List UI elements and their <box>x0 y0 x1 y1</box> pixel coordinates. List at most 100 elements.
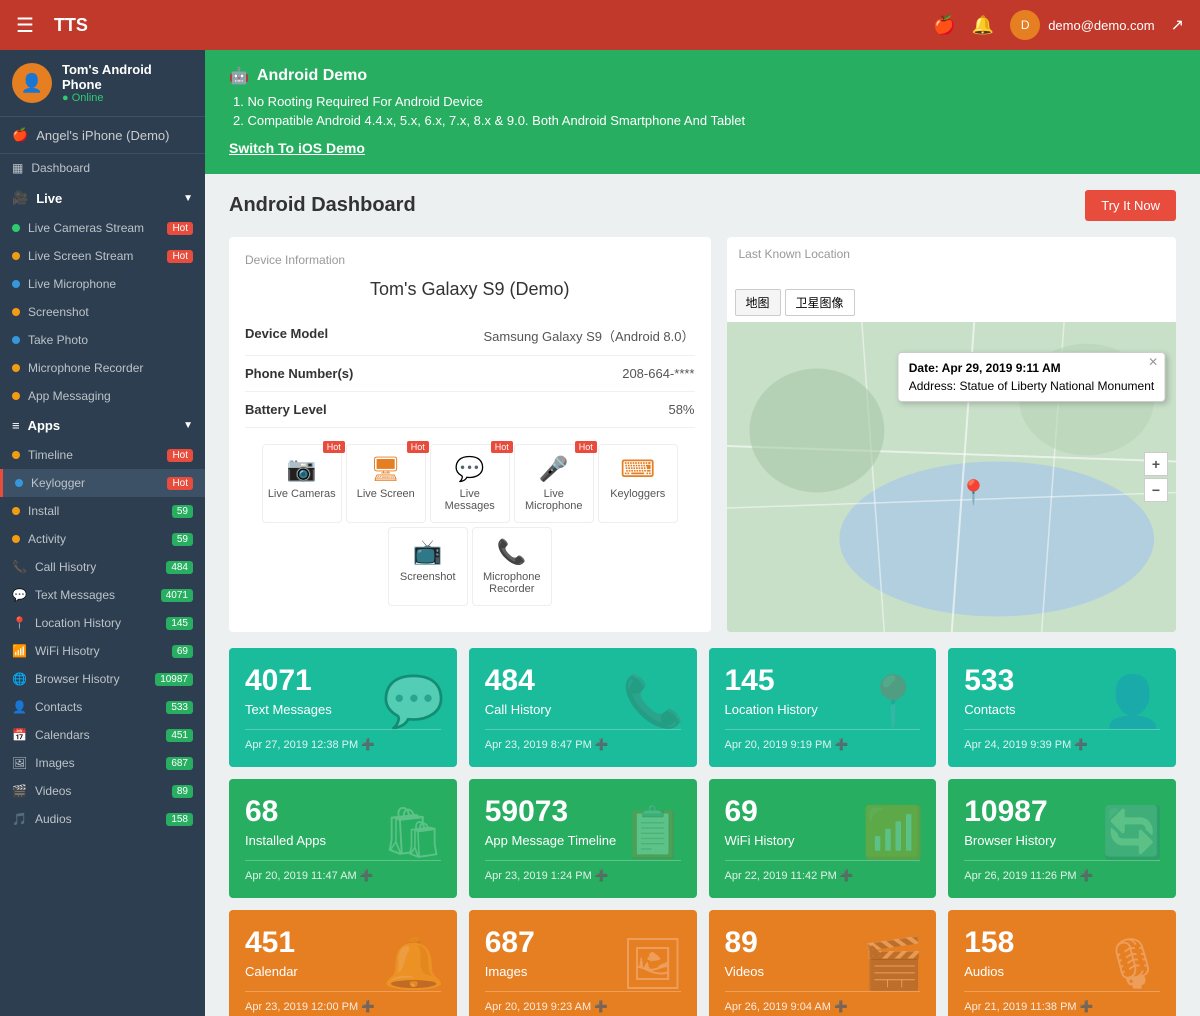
avatar: D <box>1010 10 1040 40</box>
feature-icon-grid: Hot 📷 Live Cameras Hot 🖥 Live Screen Hot… <box>245 444 695 606</box>
sidebar-item-contacts[interactable]: 👤 Contacts 533 <box>0 693 205 721</box>
item-label: Audios <box>35 812 158 826</box>
sidebar-item-location-history[interactable]: 📍 Location History 145 <box>0 609 205 637</box>
sidebar: 👤 Tom's Android Phone ● Online 🍎 Angel's… <box>0 50 205 1016</box>
icon-cell-screenshot[interactable]: 📺 Screenshot <box>388 527 468 606</box>
stat-date: Apr 26, 2019 11:26 PM ➕ <box>964 860 1160 882</box>
stat-date: Apr 26, 2019 9:04 AM ➕ <box>725 991 921 1013</box>
hot-badge: Hot <box>575 441 597 453</box>
icon-cell-microphone-recorder[interactable]: 📞 Microphone Recorder <box>472 527 552 606</box>
item-label: Take Photo <box>28 333 193 347</box>
map-zoom-out-button[interactable]: − <box>1144 478 1168 502</box>
sidebar-item-live-screen[interactable]: Live Screen Stream Hot <box>0 242 205 270</box>
status-dot <box>12 280 20 288</box>
map-tab-satellite[interactable]: 卫星图像 <box>785 289 855 316</box>
audios-icon: 🎵 <box>12 812 27 826</box>
user-email: demo@demo.com <box>1048 18 1154 33</box>
sidebar-profile: 👤 Tom's Android Phone ● Online <box>0 50 205 117</box>
brand-title: TTS <box>54 15 88 36</box>
sidebar-item-text-messages[interactable]: 💬 Text Messages 4071 <box>0 581 205 609</box>
sidebar-apps-header[interactable]: ≡ Apps ▼ <box>0 410 205 441</box>
stats-row-3: 451 Calendar 🔔 Apr 23, 2019 12:00 PM ➕ 6… <box>229 910 1176 1016</box>
item-label: Videos <box>35 784 164 798</box>
switch-ios-link[interactable]: Switch To iOS Demo <box>229 140 365 156</box>
sidebar-item-live-cameras[interactable]: Live Cameras Stream Hot <box>0 214 205 242</box>
sidebar-item-browser-history[interactable]: 🌐 Browser Hisotry 10987 <box>0 665 205 693</box>
count-badge: 69 <box>172 645 193 658</box>
share-nav-icon[interactable]: ↗ <box>1171 15 1184 35</box>
try-it-now-button[interactable]: Try It Now <box>1085 190 1176 221</box>
sidebar-item-dashboard[interactable]: ▦ Dashboard <box>0 154 205 182</box>
stat-card-calendar[interactable]: 451 Calendar 🔔 Apr 23, 2019 12:00 PM ➕ <box>229 910 457 1016</box>
stat-card-app-message[interactable]: 59073 App Message Timeline 📋 Apr 23, 201… <box>469 779 697 898</box>
cell-label: Live Cameras <box>268 488 336 500</box>
contacts-stat-icon: 👤 <box>1102 672 1164 731</box>
recorder-icon: 📞 <box>497 538 527 567</box>
count-badge: 145 <box>166 617 193 630</box>
count-badge: 158 <box>166 813 193 826</box>
two-col-layout: Device Information Tom's Galaxy S9 (Demo… <box>229 237 1176 632</box>
sidebar-item-keylogger[interactable]: Keylogger Hot <box>0 469 205 497</box>
hamburger-icon[interactable]: ☰ <box>16 13 34 38</box>
status-dot <box>12 392 20 400</box>
sidebar-item-install[interactable]: Install 59 <box>0 497 205 525</box>
stat-card-browser-history[interactable]: 10987 Browser History 🔄 Apr 26, 2019 11:… <box>948 779 1176 898</box>
dashboard-area: Android Dashboard Try It Now Device Info… <box>205 174 1200 1016</box>
sidebar-item-images[interactable]: 🖼 Images 687 <box>0 749 205 777</box>
hot-badge: Hot <box>167 449 193 462</box>
count-badge: 89 <box>172 785 193 798</box>
sidebar-item-calendars[interactable]: 📅 Calendars 451 <box>0 721 205 749</box>
dashboard-icon: ▦ <box>12 161 23 175</box>
item-label: Contacts <box>35 700 158 714</box>
stat-card-videos[interactable]: 89 Videos 🎬 Apr 26, 2019 9:04 AM ➕ <box>709 910 937 1016</box>
apps-icon: ≡ <box>12 418 20 433</box>
item-label: Keylogger <box>31 476 159 490</box>
sidebar-item-microphone-recorder[interactable]: Microphone Recorder <box>0 354 205 382</box>
green-banner: 🤖 Android Demo 1. No Rooting Required Fo… <box>205 50 1200 174</box>
message-icon: 💬 <box>455 455 485 484</box>
icon-cell-keyloggers[interactable]: ⌨ Keyloggers <box>598 444 678 523</box>
icon-cell-live-cameras[interactable]: Hot 📷 Live Cameras <box>262 444 342 523</box>
sidebar-item-app-messaging[interactable]: App Messaging <box>0 382 205 410</box>
location-stat-icon: 📍 <box>862 672 924 731</box>
icon-cell-live-microphone[interactable]: Hot 🎤 Live Microphone <box>514 444 594 523</box>
sidebar-item-activity[interactable]: Activity 59 <box>0 525 205 553</box>
stat-card-images[interactable]: 687 Images 🖼 Apr 20, 2019 9:23 AM ➕ <box>469 910 697 1016</box>
sidebar-live-header[interactable]: 🎥 Live ▼ <box>0 182 205 214</box>
icon-cell-live-screen[interactable]: Hot 🖥 Live Screen <box>346 444 426 523</box>
sidebar-item-take-photo[interactable]: Take Photo <box>0 326 205 354</box>
sidebar-item-call-history[interactable]: 📞 Call Hisotry 484 <box>0 553 205 581</box>
icon-cell-live-messages[interactable]: Hot 💬 Live Messages <box>430 444 510 523</box>
close-icon[interactable]: ✕ <box>1148 355 1158 369</box>
sidebar-item-audios[interactable]: 🎵 Audios 158 <box>0 805 205 833</box>
status-dot <box>12 308 20 316</box>
status-dot <box>12 535 20 543</box>
stat-card-call-history[interactable]: 484 Call History 📞 Apr 23, 2019 8:47 PM … <box>469 648 697 767</box>
bell-nav-icon[interactable]: 🔔 <box>972 15 994 36</box>
stat-card-text-messages[interactable]: 4071 Text Messages 💬 Apr 27, 2019 12:38 … <box>229 648 457 767</box>
sidebar-item-videos[interactable]: 🎬 Videos 89 <box>0 777 205 805</box>
stat-date: Apr 24, 2019 9:39 PM ➕ <box>964 729 1160 751</box>
sidebar-item-wifi-history[interactable]: 📶 WiFi Hisotry 69 <box>0 637 205 665</box>
map-controls: + − <box>1144 452 1168 502</box>
sidebar-item-screenshot[interactable]: Screenshot <box>0 298 205 326</box>
stat-card-location-history[interactable]: 145 Location History 📍 Apr 20, 2019 9:19… <box>709 648 937 767</box>
stat-card-contacts[interactable]: 533 Contacts 👤 Apr 24, 2019 9:39 PM ➕ <box>948 648 1176 767</box>
map-background: 📍 ✕ Date: Apr 29, 2019 9:11 AM Address: … <box>727 322 1177 632</box>
map-zoom-in-button[interactable]: + <box>1144 452 1168 476</box>
stat-date: Apr 27, 2019 12:38 PM ➕ <box>245 729 441 751</box>
stat-card-audios[interactable]: 158 Audios 🎙 Apr 21, 2019 11:38 PM ➕ <box>948 910 1176 1016</box>
message-stat-icon: 💬 <box>382 672 444 731</box>
model-key: Device Model <box>245 326 328 345</box>
stat-card-installed-apps[interactable]: 68 Installed Apps 🛍 Apr 20, 2019 11:47 A… <box>229 779 457 898</box>
sidebar-item-timeline[interactable]: Timeline Hot <box>0 441 205 469</box>
count-badge: 59 <box>172 533 193 546</box>
apps-label: Apps <box>28 418 61 433</box>
item-label: Timeline <box>28 448 159 462</box>
map-tab-map[interactable]: 地图 <box>735 289 781 316</box>
stat-card-wifi-history[interactable]: 69 WiFi History 📶 Apr 22, 2019 11:42 PM … <box>709 779 937 898</box>
sidebar-device2[interactable]: 🍎 Angel's iPhone (Demo) <box>0 117 205 154</box>
main-layout: 👤 Tom's Android Phone ● Online 🍎 Angel's… <box>0 50 1200 1016</box>
device-info-card: Device Information Tom's Galaxy S9 (Demo… <box>229 237 711 632</box>
sidebar-item-live-microphone[interactable]: Live Microphone <box>0 270 205 298</box>
